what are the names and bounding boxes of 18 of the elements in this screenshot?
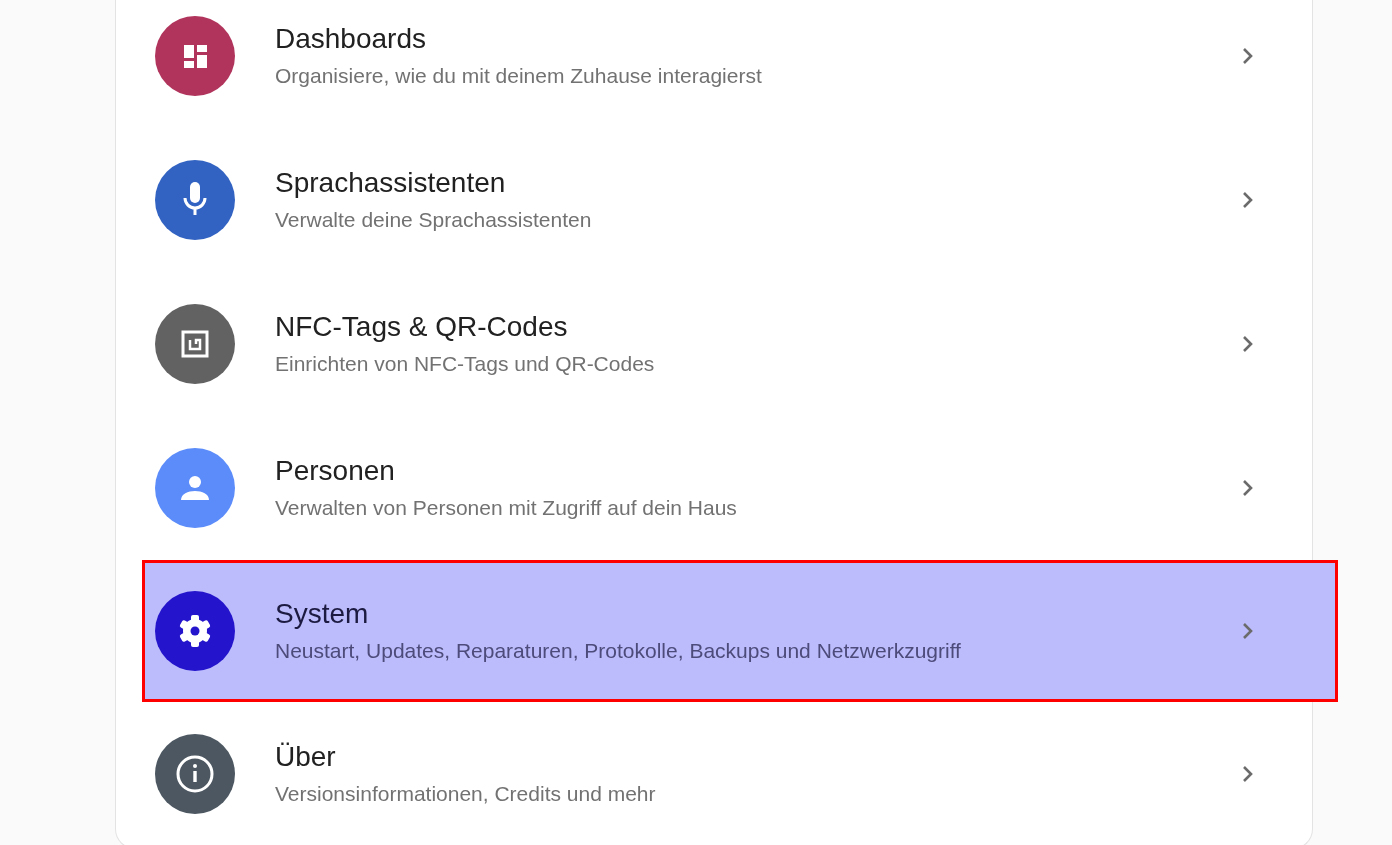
- item-description: Verwalten von Personen mit Zugriff auf dein Haus: [275, 495, 738, 521]
- menu-item[interactable]: Dashboards Organisiere, wie du mit deinem Zuhause interagierst: [116, 0, 1312, 128]
- item-title: Sprachassistenten: [275, 166, 507, 200]
- item-title: Über: [275, 740, 337, 774]
- menu-item[interactable]: Über Versionsinformationen, Credits und mehr: [116, 702, 1312, 845]
- item-description: Neustart, Updates, Reparaturen, Protokolle, Backups und Netzwerkzugriff: [275, 638, 962, 664]
- item-title: Dashboards: [275, 22, 427, 56]
- item-title: Personen: [275, 454, 396, 488]
- item-title: System: [275, 597, 370, 631]
- menu-item[interactable]: Sprachassistenten Verwalte deine Sprachassistenten: [116, 128, 1312, 272]
- item-title: NFC-Tags & QR-Codes: [275, 310, 569, 344]
- item-description: Einrichten von NFC-Tags und QR-Codes: [275, 351, 656, 377]
- item-description: Verwalte deine Sprachassistenten: [275, 207, 593, 233]
- menu-item[interactable]: Personen Verwalten von Personen mit Zugriff auf dein Haus: [116, 416, 1312, 560]
- menu-item[interactable]: NFC-Tags & QR-Codes Einrichten von NFC-Tags und QR-Codes: [116, 272, 1312, 416]
- menu-item[interactable]: System Neustart, Updates, Reparaturen, Protokolle, Backups und Netzwerkzugriff: [142, 560, 1338, 702]
- item-description: Organisiere, wie du mit deinem Zuhause interagierst: [275, 63, 763, 89]
- item-description: Versionsinformationen, Credits und mehr: [275, 781, 657, 807]
